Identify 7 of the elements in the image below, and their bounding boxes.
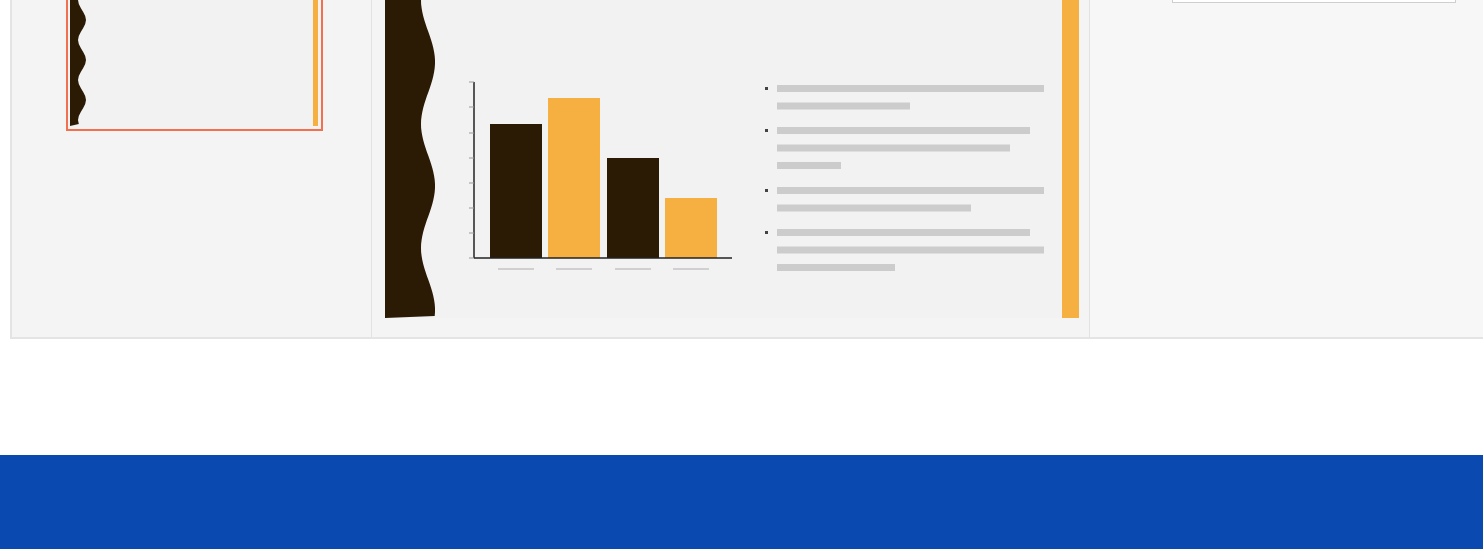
axis-label-placeholder	[556, 268, 592, 270]
chart-bar	[665, 198, 717, 258]
slide-thumbnail[interactable]	[66, 0, 323, 131]
axis-label-placeholder	[615, 268, 651, 270]
axis-label-placeholder	[673, 268, 709, 270]
input-field[interactable]	[1172, 0, 1456, 3]
axis-label-placeholder	[498, 268, 534, 270]
